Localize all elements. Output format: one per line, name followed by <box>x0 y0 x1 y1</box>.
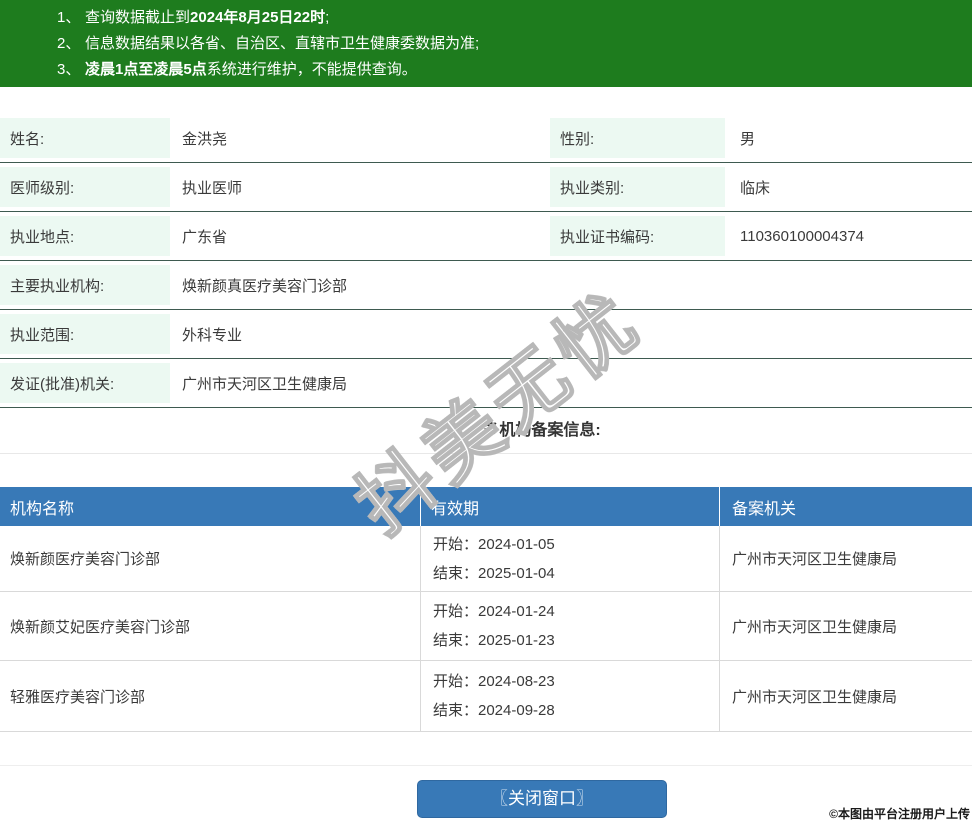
field-label: 主要执业机构: <box>0 265 170 305</box>
period-end: 结束：2024-09-28 <box>433 702 555 719</box>
table-row: 焕新颜艾妃医疗美容门诊部 开始：2024-01-24 结束：2025-01-23… <box>0 591 972 661</box>
field-label: 发证(批准)机关: <box>0 363 170 403</box>
divider <box>0 765 972 766</box>
org-registration-table: 机构名称 有效期 备案机关 焕新颜医疗美容门诊部 开始：2024-01-05 结… <box>0 487 972 732</box>
column-header: 机构名称 <box>0 487 421 526</box>
field-value: 广东省 <box>170 211 550 261</box>
field-value: 广州市天河区卫生健康局 <box>170 358 972 408</box>
query-result-page: 1、 查询数据截止到2024年8月25日22时; 2、 信息数据结果以各省、自治区、… <box>0 0 972 824</box>
table-row: 轻雅医疗美容门诊部 开始：2024-08-23 结束：2024-09-28 广州… <box>0 660 972 732</box>
notice-text-bold: 凌晨1点至凌晨5点 <box>85 61 207 78</box>
notice-line-3: 3、 凌晨1点至凌晨5点系统进行维护，不能提供查询。 <box>0 57 972 83</box>
notice-text: 查询数据截止到 <box>85 9 191 26</box>
period-end: 结束：2025-01-23 <box>433 632 555 649</box>
org-name: 焕新颜医疗美容门诊部 <box>0 526 421 592</box>
field-label: 性别: <box>550 118 725 158</box>
field-label: 执业类别: <box>550 167 725 207</box>
table-row: 执业地点: 广东省 执业证书编码: 110360100004374 <box>0 211 972 261</box>
table-row: 姓名: 金洪尧 性别: 男 <box>0 114 972 163</box>
org-name: 焕新颜艾妃医疗美容门诊部 <box>0 591 421 661</box>
notice-text: 系统进行维护，不能提供查询。 <box>206 61 417 78</box>
period-start: 开始：2024-01-24 <box>433 603 555 620</box>
column-header: 有效期 <box>420 487 720 526</box>
practitioner-info-table: 姓名: 金洪尧 性别: 男 医师级别: 执业医师 执业类别: 临床 执业地点: … <box>0 114 972 408</box>
registration-authority: 广州市天河区卫生健康局 <box>719 660 972 732</box>
field-value: 金洪尧 <box>170 114 550 163</box>
section-title: 多机构备案信息: <box>0 408 972 454</box>
notice-number: 1、 <box>57 9 81 26</box>
table-header-row: 机构名称 有效期 备案机关 <box>0 487 972 526</box>
org-name: 轻雅医疗美容门诊部 <box>0 660 421 732</box>
period-start: 开始：2024-08-23 <box>433 673 555 690</box>
close-window-button[interactable]: 〖关闭窗口〗 <box>417 780 667 818</box>
field-value: 临床 <box>725 162 972 212</box>
field-label: 医师级别: <box>0 167 170 207</box>
field-value: 男 <box>725 114 972 163</box>
upload-attribution: ©本图由平台注册用户上传 <box>829 807 970 821</box>
table-row: 执业范围: 外科专业 <box>0 309 972 359</box>
field-value: 执业医师 <box>170 162 550 212</box>
field-label: 执业范围: <box>0 314 170 354</box>
field-value: 110360100004374 <box>725 211 972 261</box>
notice-text-bold: 2024年8月25日22时 <box>190 9 326 26</box>
table-row: 发证(批准)机关: 广州市天河区卫生健康局 <box>0 358 972 408</box>
notice-text: 信息数据结果以各省、自治区、直辖市卫生健康委数据为准; <box>85 35 480 52</box>
content-area: 姓名: 金洪尧 性别: 男 医师级别: 执业医师 执业类别: 临床 执业地点: … <box>0 114 972 818</box>
field-label: 姓名: <box>0 118 170 158</box>
registration-authority: 广州市天河区卫生健康局 <box>719 526 972 592</box>
field-label: 执业地点: <box>0 216 170 256</box>
field-value: 焕新颜真医疗美容门诊部 <box>170 260 972 310</box>
notice-number: 3、 <box>57 61 81 78</box>
notice-line-1: 1、 查询数据截止到2024年8月25日22时; <box>0 5 972 31</box>
period-start: 开始：2024-01-05 <box>433 535 555 553</box>
notice-text: ; <box>325 9 330 26</box>
field-value: 外科专业 <box>170 309 972 359</box>
table-row: 主要执业机构: 焕新颜真医疗美容门诊部 <box>0 260 972 310</box>
table-row: 医师级别: 执业医师 执业类别: 临床 <box>0 162 972 212</box>
notice-bar: 1、 查询数据截止到2024年8月25日22时; 2、 信息数据结果以各省、自治区、… <box>0 0 972 87</box>
notice-number: 2、 <box>57 35 81 52</box>
period-end: 结束：2025-01-04 <box>433 564 555 582</box>
table-row: 焕新颜医疗美容门诊部 开始：2024-01-05 结束：2025-01-04 广… <box>0 526 972 592</box>
button-row: 〖关闭窗口〗 <box>0 780 972 818</box>
registration-authority: 广州市天河区卫生健康局 <box>719 591 972 661</box>
column-header: 备案机关 <box>719 487 972 526</box>
field-label: 执业证书编码: <box>550 216 725 256</box>
notice-line-2: 2、 信息数据结果以各省、自治区、直辖市卫生健康委数据为准; <box>0 31 972 57</box>
